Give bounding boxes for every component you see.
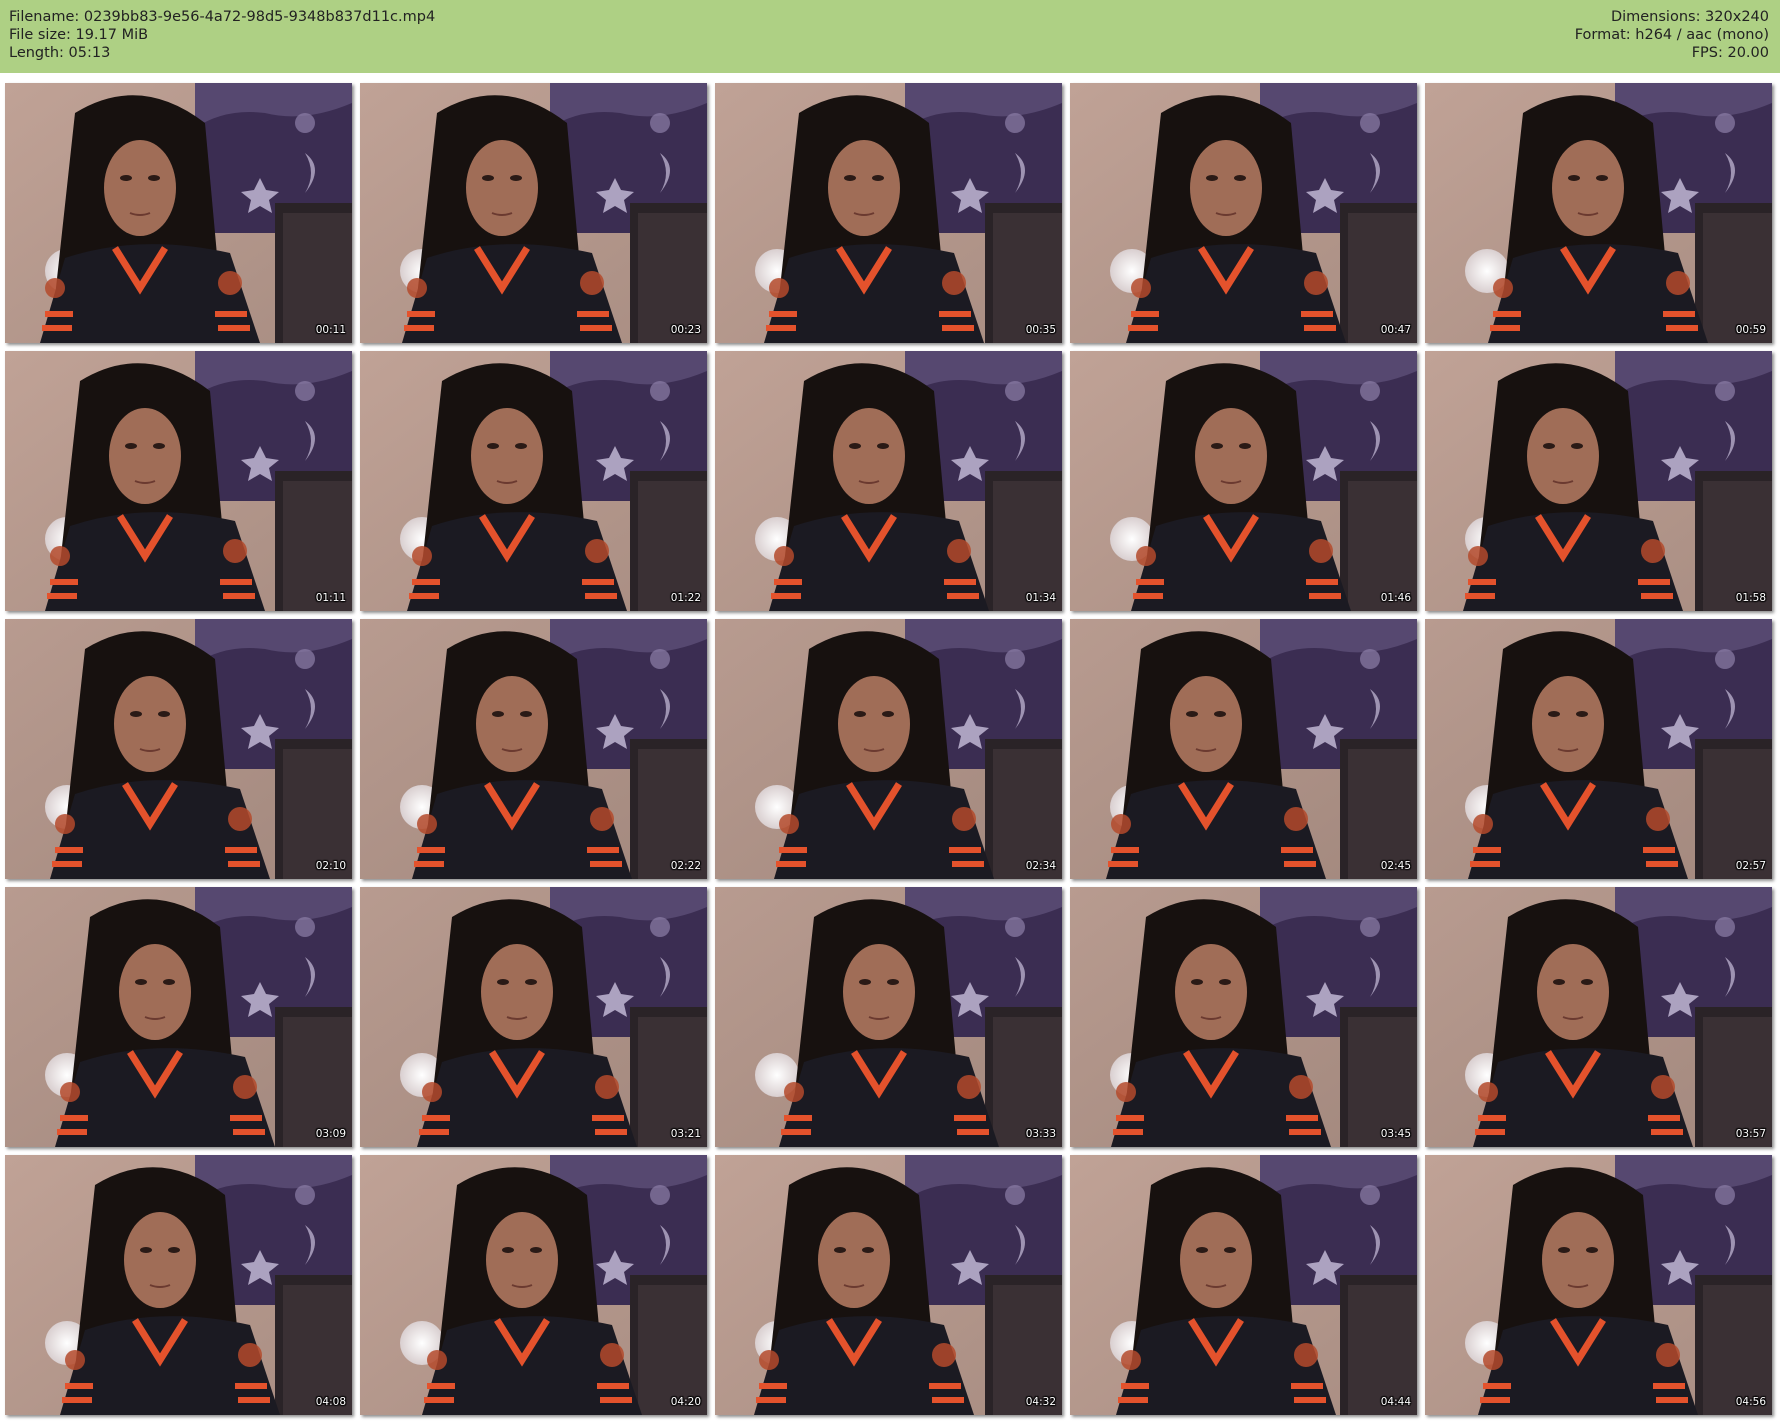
video-frame-thumbnail: 02:34 — [715, 619, 1062, 879]
frame-timestamp: 00:59 — [1735, 324, 1766, 336]
video-frame-thumbnail: 01:22 — [360, 351, 707, 611]
video-frame-thumbnail: 01:46 — [1070, 351, 1417, 611]
video-frame-thumbnail: 00:35 — [715, 83, 1062, 343]
video-frame-thumbnail: 03:33 — [715, 887, 1062, 1147]
video-frame-thumbnail: 04:20 — [360, 1155, 707, 1415]
frame-timestamp: 00:47 — [1380, 324, 1411, 336]
video-frame-thumbnail: 00:23 — [360, 83, 707, 343]
frame-timestamp: 02:10 — [315, 860, 346, 872]
video-frame-thumbnail: 03:21 — [360, 887, 707, 1147]
video-frame-thumbnail: 01:11 — [5, 351, 352, 611]
frame-timestamp: 01:46 — [1380, 592, 1411, 604]
video-frame-image — [715, 1155, 1062, 1415]
video-frame-image — [1425, 351, 1772, 611]
video-frame-image — [5, 351, 352, 611]
length-label: Length: 05:13 — [9, 45, 111, 61]
video-frame-image — [5, 83, 352, 343]
file-size-label: File size: 19.17 MiB — [9, 27, 149, 43]
video-frame-image — [5, 887, 352, 1147]
video-frame-thumbnail: 02:22 — [360, 619, 707, 879]
video-frame-thumbnail: 04:56 — [1425, 1155, 1772, 1415]
video-frame-image — [360, 619, 707, 879]
video-frame-image — [5, 1155, 352, 1415]
video-frame-image — [360, 1155, 707, 1415]
video-frame-image — [715, 619, 1062, 879]
video-frame-thumbnail: 01:34 — [715, 351, 1062, 611]
video-frame-image — [715, 83, 1062, 343]
dimensions-label: Dimensions: 320x240 — [1610, 9, 1769, 25]
video-frame-image — [1425, 619, 1772, 879]
video-frame-thumbnail: 01:58 — [1425, 351, 1772, 611]
frame-timestamp: 03:09 — [315, 1128, 346, 1140]
frame-timestamp: 03:57 — [1735, 1128, 1766, 1140]
video-frame-image — [360, 83, 707, 343]
video-frame-image — [1070, 887, 1417, 1147]
frame-timestamp: 00:11 — [315, 324, 346, 336]
video-frame-image — [1070, 351, 1417, 611]
video-frame-image — [715, 351, 1062, 611]
video-frame-thumbnail: 04:32 — [715, 1155, 1062, 1415]
frame-timestamp: 02:22 — [670, 860, 701, 872]
frame-timestamp: 04:56 — [1735, 1396, 1766, 1408]
frame-timestamp: 01:58 — [1735, 592, 1766, 604]
frame-timestamp: 02:45 — [1380, 860, 1411, 872]
frame-timestamp: 02:57 — [1735, 860, 1766, 872]
frame-timestamp: 04:20 — [670, 1396, 701, 1408]
thumbnail-grid: 00:11 00:23 00:35 00:47 00:59 01:11 01:2… — [5, 83, 1777, 1418]
video-frame-image — [360, 351, 707, 611]
frame-timestamp: 02:34 — [1025, 860, 1056, 872]
video-frame-thumbnail: 00:59 — [1425, 83, 1772, 343]
frame-timestamp: 00:23 — [670, 324, 701, 336]
video-frame-thumbnail: 04:44 — [1070, 1155, 1417, 1415]
info-header: Filename: 0239bb83-9e56-4a72-98d5-9348b8… — [0, 0, 1780, 73]
video-frame-thumbnail: 03:09 — [5, 887, 352, 1147]
video-frame-thumbnail: 00:47 — [1070, 83, 1417, 343]
frame-timestamp: 03:21 — [670, 1128, 701, 1140]
video-frame-image — [715, 887, 1062, 1147]
frame-timestamp: 04:44 — [1380, 1396, 1411, 1408]
video-frame-image — [1425, 83, 1772, 343]
video-frame-image — [1425, 1155, 1772, 1415]
video-frame-image — [1070, 1155, 1417, 1415]
video-frame-thumbnail: 04:08 — [5, 1155, 352, 1415]
fps-label: FPS: 20.00 — [1691, 45, 1769, 61]
video-frame-image — [360, 887, 707, 1147]
video-frame-thumbnail: 03:45 — [1070, 887, 1417, 1147]
frame-timestamp: 03:33 — [1025, 1128, 1056, 1140]
frame-timestamp: 01:22 — [670, 592, 701, 604]
video-frame-thumbnail: 02:10 — [5, 619, 352, 879]
video-frame-thumbnail: 02:45 — [1070, 619, 1417, 879]
filename-label: Filename: 0239bb83-9e56-4a72-98d5-9348b8… — [9, 9, 436, 25]
frame-timestamp: 04:08 — [315, 1396, 346, 1408]
video-frame-thumbnail: 03:57 — [1425, 887, 1772, 1147]
video-frame-image — [1425, 887, 1772, 1147]
header-right: Dimensions: 320x240 Format: h264 / aac (… — [1575, 8, 1769, 62]
video-frame-image — [1070, 83, 1417, 343]
header-left: Filename: 0239bb83-9e56-4a72-98d5-9348b8… — [9, 8, 435, 62]
format-label: Format: h264 / aac (mono) — [1574, 27, 1769, 43]
frame-timestamp: 00:35 — [1025, 324, 1056, 336]
video-frame-image — [1070, 619, 1417, 879]
frame-timestamp: 04:32 — [1025, 1396, 1056, 1408]
frame-timestamp: 01:11 — [315, 592, 346, 604]
video-frame-thumbnail: 02:57 — [1425, 619, 1772, 879]
frame-timestamp: 01:34 — [1025, 592, 1056, 604]
video-frame-thumbnail: 00:11 — [5, 83, 352, 343]
video-frame-image — [5, 619, 352, 879]
frame-timestamp: 03:45 — [1380, 1128, 1411, 1140]
